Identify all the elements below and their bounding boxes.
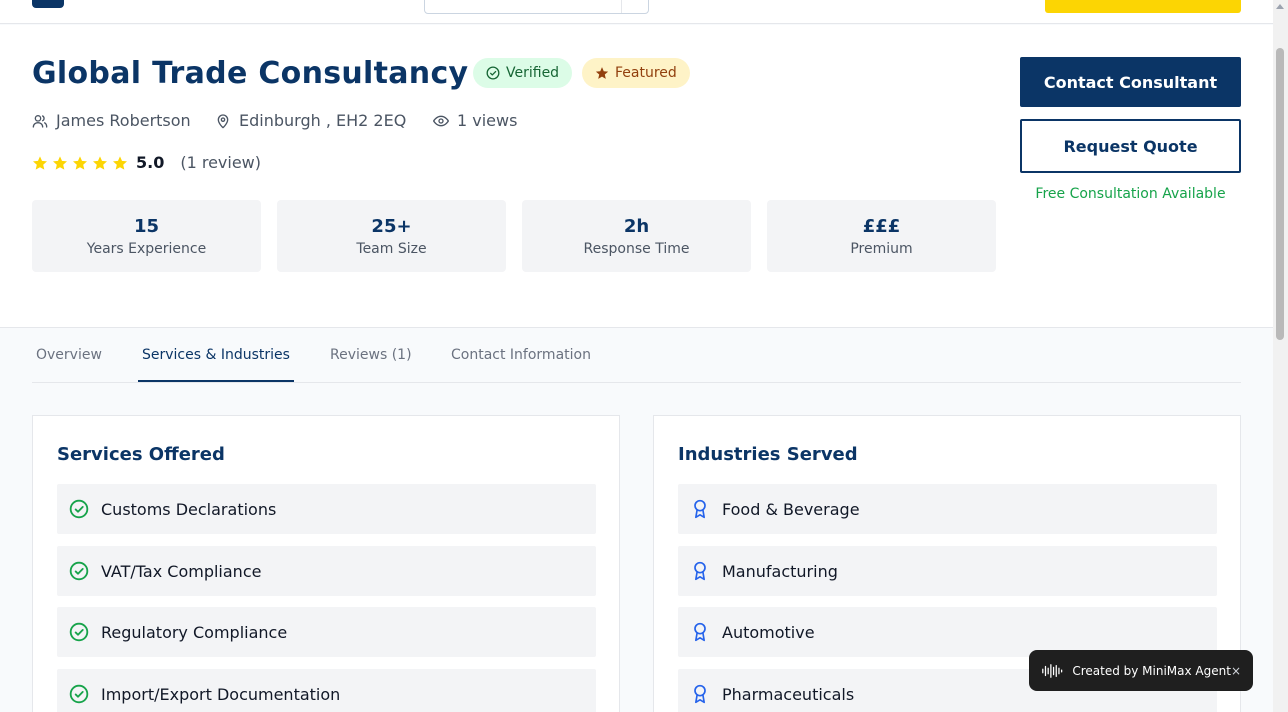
scroll-up-arrow[interactable] bbox=[1276, 4, 1284, 9]
star-icon bbox=[33, 155, 47, 170]
award-icon bbox=[694, 622, 706, 642]
stat-price-level: £££ Premium bbox=[767, 200, 996, 272]
toast-text: Created by MiniMax Agent bbox=[1072, 663, 1231, 678]
verified-label: Verified bbox=[506, 65, 560, 81]
close-icon[interactable]: × bbox=[1231, 664, 1241, 678]
service-item: Customs Declarations bbox=[57, 484, 596, 534]
verified-badge: Verified bbox=[473, 58, 573, 88]
scrollbar[interactable] bbox=[1273, 0, 1288, 712]
profile-header: Global Trade Consultancy Verified Featur… bbox=[0, 25, 1273, 328]
service-label: Customs Declarations bbox=[101, 499, 277, 519]
logo[interactable] bbox=[32, 0, 64, 8]
stat-years-experience: 15 Years Experience bbox=[32, 200, 261, 272]
scrollbar-thumb[interactable] bbox=[1276, 48, 1284, 340]
service-label: Import/Export Documentation bbox=[101, 684, 341, 704]
stat-label: Premium bbox=[850, 241, 913, 257]
star-rating bbox=[32, 155, 128, 171]
industry-label: Pharmaceuticals bbox=[722, 684, 855, 704]
location-text: Edinburgh , EH2 2EQ bbox=[239, 111, 407, 130]
stat-response-time: 2h Response Time bbox=[522, 200, 751, 272]
location: Edinburgh , EH2 2EQ bbox=[215, 111, 406, 130]
award-icon bbox=[694, 499, 706, 519]
industry-item: Food & Beverage bbox=[678, 484, 1217, 534]
page-title: Global Trade Consultancy bbox=[32, 56, 469, 91]
check-circle-icon bbox=[486, 66, 500, 80]
stat-team-size: 25+ Team Size bbox=[277, 200, 506, 272]
user-icon bbox=[32, 114, 48, 128]
check-circle-icon bbox=[69, 561, 89, 581]
views-text: 1 views bbox=[457, 111, 518, 130]
contact-person: James Robertson bbox=[32, 111, 191, 130]
service-item: Import/Export Documentation bbox=[57, 669, 596, 712]
industry-label: Manufacturing bbox=[722, 561, 838, 581]
contact-name: James Robertson bbox=[56, 111, 191, 130]
nav-cta-button[interactable] bbox=[1045, 0, 1241, 13]
map-pin-icon bbox=[217, 113, 229, 128]
service-item: VAT/Tax Compliance bbox=[57, 546, 596, 596]
featured-label: Featured bbox=[615, 65, 677, 81]
soundwave-icon bbox=[1042, 663, 1063, 678]
review-count[interactable]: (1 review) bbox=[180, 153, 261, 172]
rating-summary: 5.0 (1 review) bbox=[32, 153, 261, 172]
industry-label: Food & Beverage bbox=[722, 499, 860, 519]
profile-tabs: Overview Services & Industries Reviews (… bbox=[32, 329, 1241, 383]
service-item: Regulatory Compliance bbox=[57, 607, 596, 657]
star-icon bbox=[113, 155, 127, 170]
stat-value: 25+ bbox=[371, 216, 412, 237]
services-card: Services Offered Customs Declarations VA… bbox=[32, 415, 620, 712]
search-input[interactable] bbox=[424, 0, 649, 14]
check-circle-icon bbox=[69, 499, 89, 519]
stat-value: 15 bbox=[133, 216, 160, 237]
created-by-toast: Created by MiniMax Agent × bbox=[1029, 650, 1253, 691]
stat-label: Response Time bbox=[583, 241, 690, 257]
star-icon bbox=[93, 155, 107, 170]
services-heading: Services Offered bbox=[57, 444, 225, 465]
tab-overview[interactable]: Overview bbox=[36, 347, 102, 363]
star-icon bbox=[73, 155, 87, 170]
free-consultation-note: Free Consultation Available bbox=[1035, 186, 1226, 202]
top-nav-bar bbox=[0, 0, 1273, 24]
contact-consultant-button[interactable]: Contact Consultant bbox=[1020, 57, 1241, 107]
industry-item: Manufacturing bbox=[678, 546, 1217, 596]
eye-icon bbox=[433, 115, 449, 126]
stat-value: 2h bbox=[623, 216, 650, 237]
search-divider bbox=[621, 0, 622, 13]
check-circle-icon bbox=[69, 622, 89, 642]
star-icon bbox=[53, 155, 67, 170]
award-icon bbox=[694, 561, 706, 581]
service-label: Regulatory Compliance bbox=[101, 622, 288, 642]
service-label: VAT/Tax Compliance bbox=[101, 561, 262, 581]
view-count: 1 views bbox=[433, 111, 517, 130]
stat-value: £££ bbox=[862, 216, 901, 237]
active-tab-indicator bbox=[138, 380, 294, 382]
tab-contact-information[interactable]: Contact Information bbox=[451, 347, 591, 363]
tab-services-industries[interactable]: Services & Industries bbox=[142, 347, 290, 363]
request-quote-button[interactable]: Request Quote bbox=[1020, 119, 1241, 173]
award-icon bbox=[694, 684, 706, 704]
industries-heading: Industries Served bbox=[678, 444, 858, 465]
star-icon bbox=[595, 67, 609, 79]
rating-value: 5.0 bbox=[136, 153, 165, 172]
check-circle-icon bbox=[69, 684, 89, 704]
stat-label: Years Experience bbox=[86, 241, 207, 257]
industry-label: Automotive bbox=[722, 622, 815, 642]
tab-reviews[interactable]: Reviews (1) bbox=[330, 347, 412, 363]
stat-label: Team Size bbox=[356, 241, 427, 257]
featured-badge: Featured bbox=[582, 58, 690, 88]
